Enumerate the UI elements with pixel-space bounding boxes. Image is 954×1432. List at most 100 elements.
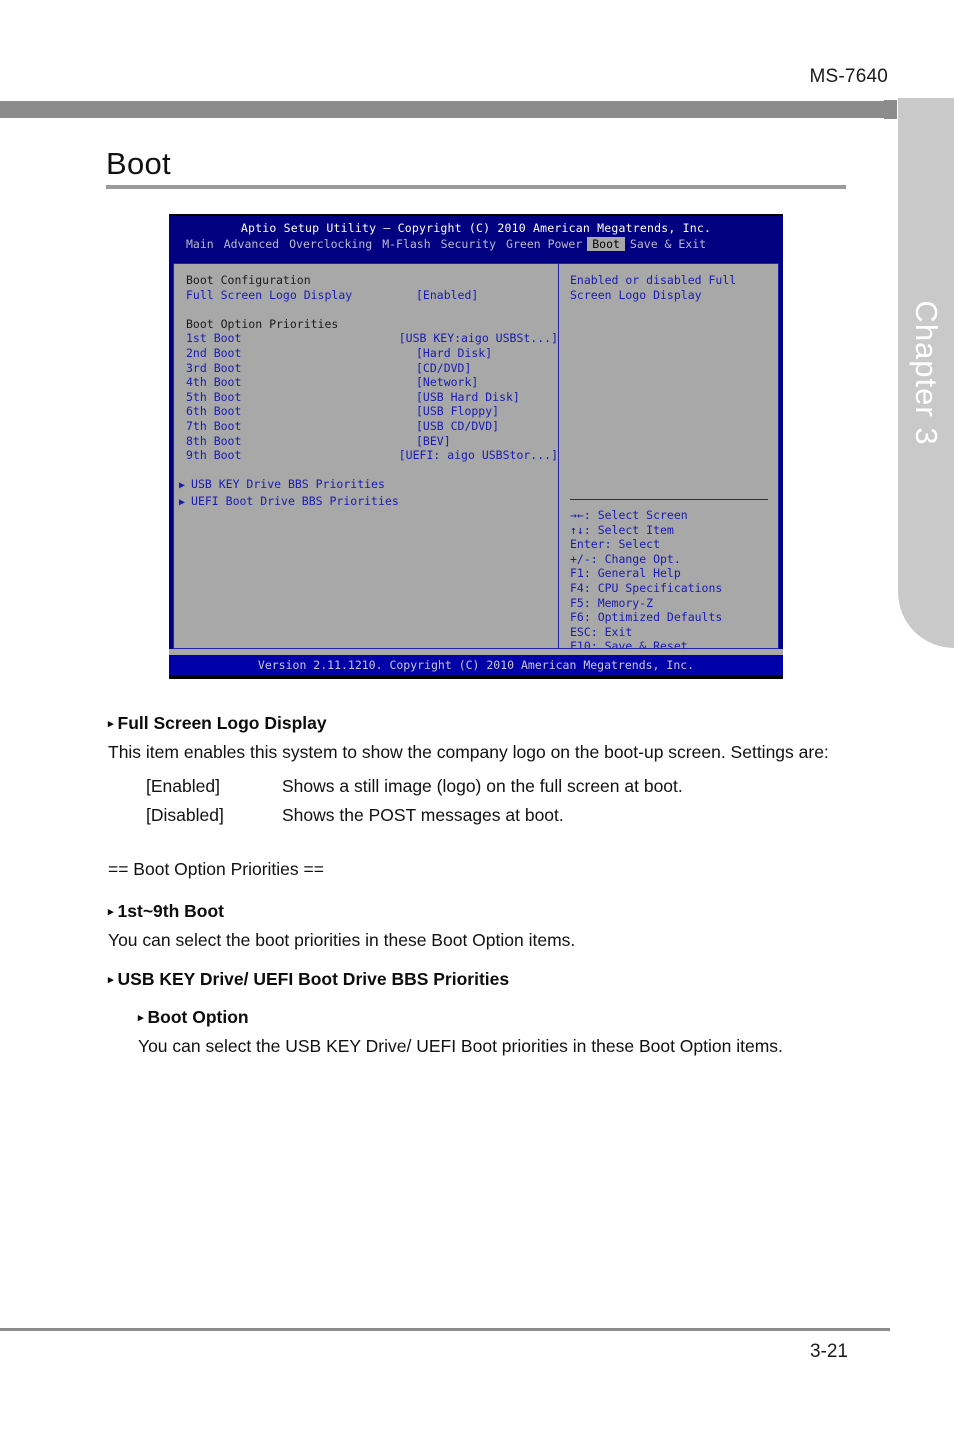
triangle-right-icon: ▸ (138, 1012, 144, 1024)
bios-spacer (186, 302, 558, 317)
bios-key-f1-general-help: F1: General Help (570, 566, 681, 581)
paragraph-bbs-priorities-description: You can select the USB KEY Drive/ UEFI B… (138, 1036, 783, 1056)
page-header-model: MS-7640 (809, 66, 888, 87)
bios-value-boot-9[interactable]: [UEFI: aigo USBStor...] (399, 448, 558, 463)
paragraph-full-screen-logo-description: This item enables this system to show th… (108, 742, 829, 762)
option-desc-disabled: Shows the POST messages at boot. (282, 805, 564, 825)
bios-tab-boot[interactable]: Boot (587, 236, 625, 252)
table-row: [Enabled] Shows a still image (logo) on … (108, 772, 683, 801)
bios-value-boot-1[interactable]: [USB KEY:aigo USBSt...] (399, 331, 558, 346)
bios-key-change-opt: +/-: Change Opt. (570, 551, 681, 566)
footer-rule (0, 1328, 890, 1331)
bios-settings-panel: Boot Configuration Full Screen Logo Disp… (174, 264, 559, 648)
bios-body: Boot Configuration Full Screen Logo Disp… (173, 263, 779, 653)
bios-tab-security[interactable]: Security (436, 237, 501, 252)
bios-row-boot-6[interactable]: 6th Boot [USB Floppy] (186, 404, 558, 419)
boot-option-priorities-divider: == Boot Option Priorities == (108, 859, 324, 879)
bios-tab-main[interactable]: Main (181, 237, 219, 252)
bios-priorities-heading: Boot Option Priorities (186, 316, 339, 331)
bios-submenu-usb-key-drive[interactable]: ▶ USB KEY Drive BBS Priorities (179, 477, 558, 494)
bios-row-boot-5[interactable]: 5th Boot [USB Hard Disk] (186, 390, 558, 405)
table-row: [Disabled] Shows the POST messages at bo… (108, 801, 683, 830)
bios-value-full-screen-logo[interactable]: [Enabled] (416, 288, 478, 303)
header-rule-bar (0, 101, 890, 118)
bios-utility-title: Aptio Setup Utility – Copyright (C) 2010… (240, 221, 712, 235)
bios-screenshot: Aptio Setup Utility – Copyright (C) 2010… (169, 214, 783, 679)
chapter-tab-label: Chapter 3 (909, 300, 944, 446)
bios-key-enter-select: Enter: Select (570, 537, 661, 552)
bios-key-boot-2: 2nd Boot (186, 345, 242, 360)
heading-label: 1st~9th Boot (117, 901, 225, 921)
bios-key-boot-1: 1st Boot (186, 331, 242, 346)
bios-value-boot-5[interactable]: [USB Hard Disk] (416, 390, 520, 405)
bios-menu-bar: Main Advanced Overclocking M-Flash Secur… (169, 236, 783, 252)
bios-value-boot-8[interactable]: [BEV] (416, 434, 451, 449)
heading-bbs-priorities: ▸ USB KEY Drive/ UEFI Boot Drive BBS Pri… (108, 969, 848, 990)
bios-value-boot-6[interactable]: [USB Floppy] (416, 404, 499, 419)
option-desc-enabled: Shows a still image (logo) on the full s… (282, 776, 683, 796)
bios-tab-advanced[interactable]: Advanced (219, 237, 284, 252)
bios-help-line-2: Screen Logo Display (570, 287, 702, 302)
bios-value-boot-4[interactable]: [Network] (416, 375, 478, 390)
bios-tab-m-flash[interactable]: M-Flash (377, 237, 435, 252)
triangle-right-icon: ▶ (179, 496, 186, 508)
bios-row-boot-8[interactable]: 8th Boot [BEV] (186, 434, 558, 449)
bios-key-legend: →←: Select Screen ↑↓: Select Item Enter:… (570, 508, 722, 654)
bios-value-boot-7[interactable]: [USB CD/DVD] (416, 419, 499, 434)
bios-key-boot-3: 3rd Boot (186, 360, 242, 375)
settings-option-table: [Enabled] Shows a still image (logo) on … (108, 772, 683, 830)
chapter-tab: Chapter 3 (898, 98, 954, 648)
bios-status-bar: Version 2.11.1210. Copyright (C) 2010 Am… (169, 655, 783, 675)
bios-row-boot-9[interactable]: 9th Boot [UEFI: aigo USBStor...] (186, 448, 558, 463)
bios-key-f6-optimized-defaults: F6: Optimized Defaults (570, 610, 723, 625)
option-key-enabled: [Enabled] (146, 776, 220, 796)
bios-tab-overclocking[interactable]: Overclocking (284, 237, 377, 252)
bios-row-boot-7[interactable]: 7th Boot [USB CD/DVD] (186, 419, 558, 434)
bios-value-boot-3[interactable]: [CD/DVD] (416, 361, 471, 376)
triangle-right-icon: ▸ (108, 974, 114, 986)
triangle-right-icon: ▸ (108, 906, 114, 918)
bios-row-boot-4[interactable]: 4th Boot [Network] (186, 375, 558, 390)
paragraph-boot-range-description: You can select the boot priorities in th… (108, 930, 576, 950)
triangle-right-icon: ▸ (108, 718, 114, 730)
bios-row-boot-2[interactable]: 2nd Boot [Hard Disk] (186, 346, 558, 361)
nested-block-boot-option: ▸ Boot Option You can select the USB KEY… (138, 1007, 848, 1060)
option-key-disabled: [Disabled] (146, 805, 224, 825)
bios-key-boot-6: 6th Boot (186, 404, 242, 419)
bios-key-f5-memory-z: F5: Memory-Z (570, 595, 654, 610)
bios-help-divider (570, 499, 768, 500)
bios-key-select-item: ↑↓: Select Item (570, 522, 674, 537)
bios-value-boot-2[interactable]: [Hard Disk] (416, 346, 492, 361)
heading-label: Boot Option (147, 1007, 249, 1027)
bios-key-f4-cpu-specifications: F4: CPU Specifications (570, 580, 723, 595)
bios-help-line-1: Enabled or disabled Full (570, 273, 737, 287)
bios-row-full-screen-logo[interactable]: Full Screen Logo Display [Enabled] (186, 288, 558, 303)
document-content: ▸ Full Screen Logo Display This item ena… (108, 713, 848, 1063)
bios-row-boot-1[interactable]: 1st Boot [USB KEY:aigo USBSt...] (186, 331, 558, 346)
bios-key-select-screen: →←: Select Screen (570, 508, 688, 522)
bios-row-boot-3[interactable]: 3rd Boot [CD/DVD] (186, 361, 558, 376)
bios-key-boot-5: 5th Boot (186, 389, 242, 404)
bios-config-heading: Boot Configuration (186, 273, 311, 287)
bios-key-esc-exit: ESC: Exit (570, 624, 633, 639)
triangle-right-icon: ▶ (179, 480, 186, 492)
heading-boot-option: ▸ Boot Option (138, 1007, 848, 1028)
bios-tab-green-power[interactable]: Green Power (501, 237, 587, 252)
bios-submenu-label-uefi-boot: UEFI Boot Drive BBS Priorities (191, 493, 399, 508)
bios-help-panel: Enabled or disabled Full Screen Logo Dis… (559, 264, 778, 653)
bios-submenu-label-usb-key: USB KEY Drive BBS Priorities (191, 477, 385, 492)
bios-key-boot-9: 9th Boot (186, 448, 242, 463)
corner-mark (884, 100, 897, 119)
heading-full-screen-logo-display: ▸ Full Screen Logo Display (108, 713, 848, 734)
bios-tab-save-exit[interactable]: Save & Exit (625, 237, 711, 252)
heading-label: Full Screen Logo Display (117, 713, 327, 733)
bios-key-boot-7: 7th Boot (186, 418, 242, 433)
title-underline-rule (106, 185, 846, 189)
bios-submenu-uefi-boot-drive[interactable]: ▶ UEFI Boot Drive BBS Priorities (179, 494, 558, 511)
bios-spacer (186, 463, 558, 478)
heading-label: USB KEY Drive/ UEFI Boot Drive BBS Prior… (117, 969, 510, 989)
